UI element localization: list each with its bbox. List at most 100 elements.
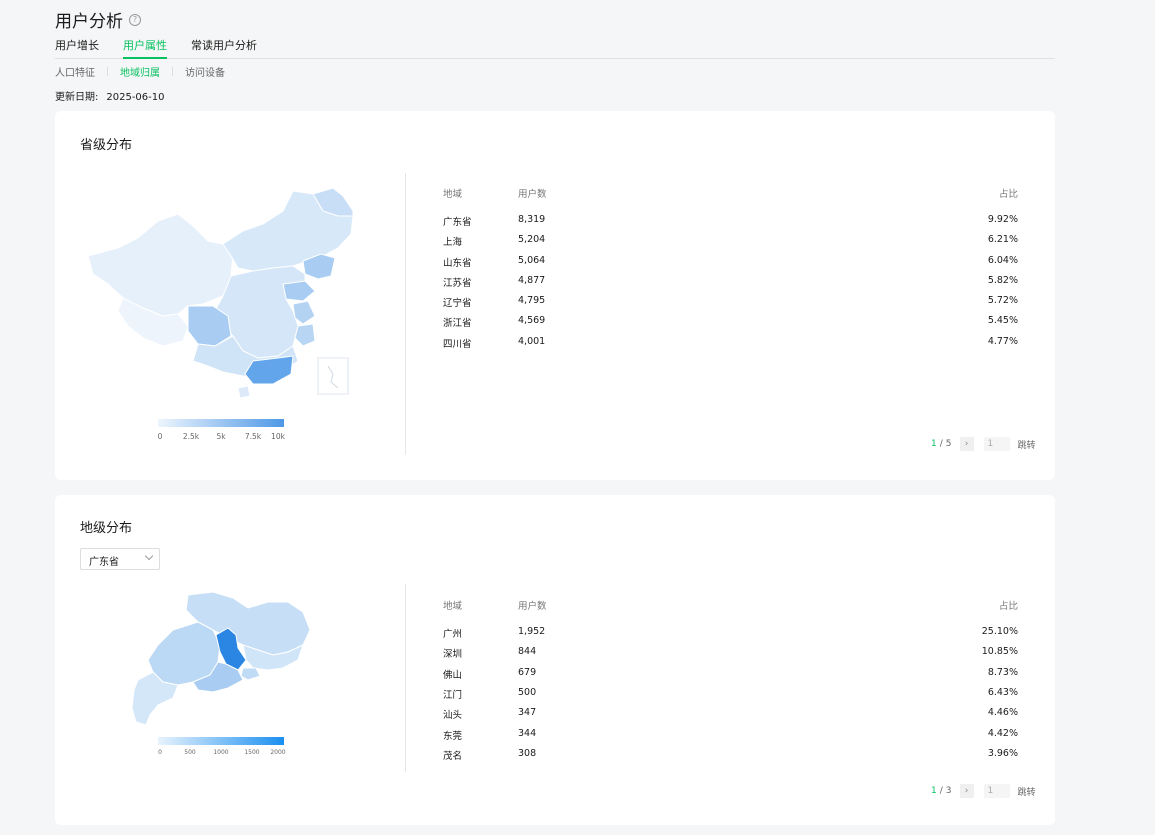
legend-tick: 10k: [271, 432, 285, 441]
update-date: 更新日期: 2025-06-10: [55, 88, 173, 103]
legend-tick: 7.5k: [244, 432, 262, 441]
chevron-down-icon: [144, 551, 154, 561]
province-card: 省级分布 0 2.5k 5k 7.5k 10k 地域 用户数 占比 广东省 8,…: [55, 111, 1055, 480]
cell-users: 4,001: [518, 336, 546, 347]
cell-users: 5,204: [518, 234, 546, 245]
jump-button[interactable]: 跳转: [1018, 438, 1036, 451]
page-title-text: 用户分析: [55, 12, 123, 32]
table-row: 上海 5,204 6.21%: [443, 234, 1018, 248]
cell-ratio: 10.85%: [981, 646, 1018, 657]
pager-total: 3: [945, 786, 952, 796]
cell-ratio: 9.92%: [987, 214, 1018, 225]
subtab-demographics[interactable]: 人口特征: [55, 64, 95, 79]
cell-ratio: 3.96%: [987, 748, 1018, 759]
province-select-value: 广东省: [89, 557, 119, 568]
cell-users: 1,952: [518, 626, 546, 637]
cell-region: 茂名: [443, 751, 463, 762]
cell-users: 5,064: [518, 255, 546, 266]
cell-ratio: 6.43%: [987, 687, 1018, 698]
cell-users: 500: [518, 687, 537, 698]
vertical-divider: [405, 173, 406, 455]
help-icon[interactable]: ?: [129, 13, 141, 26]
subtab-devices[interactable]: 访问设备: [185, 64, 225, 79]
cell-region: 江苏省: [443, 278, 472, 289]
cell-ratio: 6.21%: [987, 234, 1018, 245]
pager-total: 5: [945, 439, 952, 449]
map-city-shenzhen: [240, 667, 261, 681]
province-select[interactable]: 广东省: [80, 548, 160, 570]
cell-ratio: 5.45%: [987, 315, 1018, 326]
map-region-west: [87, 213, 234, 317]
legend-tick: 5k: [216, 432, 226, 441]
pager-current: 1: [931, 786, 937, 796]
map-region-shandong: [282, 280, 316, 302]
city-legend-labels: 0 500 1000 1500 2000: [158, 749, 286, 759]
province-pager: 1 / 5 › 1 跳转: [931, 437, 1036, 451]
table-row: 汕头 347 4.46%: [443, 707, 1018, 721]
header-ratio: 占比: [998, 601, 1018, 612]
cell-ratio: 4.46%: [987, 707, 1018, 718]
cell-region: 汕头: [443, 710, 463, 721]
subtab-region[interactable]: 地域归属: [120, 64, 160, 79]
city-pager: 1 / 3 › 1 跳转: [931, 784, 1036, 798]
next-page-button[interactable]: ›: [959, 784, 974, 798]
vertical-divider: [405, 584, 406, 772]
cell-users: 4,877: [518, 275, 546, 286]
legend-tick: 1000: [213, 749, 229, 756]
table-row: 浙江省 4,569 5.45%: [443, 315, 1018, 329]
next-page-button[interactable]: ›: [959, 437, 974, 451]
map-region-hainan: [237, 385, 251, 399]
cell-region: 广州: [443, 629, 463, 640]
cell-users: 4,795: [518, 295, 546, 306]
cell-ratio: 4.77%: [987, 336, 1018, 347]
cell-users: 308: [518, 748, 537, 759]
legend-tick: 2000: [270, 749, 286, 756]
header-users: 用户数: [518, 189, 547, 200]
divider: [172, 67, 173, 76]
tab-user-growth[interactable]: 用户增长: [55, 38, 99, 59]
cell-region: 浙江省: [443, 318, 472, 329]
guangdong-map: [131, 591, 311, 726]
cell-ratio: 5.72%: [987, 295, 1018, 306]
city-legend-bar: [158, 737, 284, 745]
province-title: 省级分布: [80, 138, 133, 153]
province-table: 地域 用户数 占比 广东省 8,319 9.92% 上海 5,204 6.21%…: [443, 186, 1018, 356]
divider: [107, 67, 108, 76]
cell-region: 东莞: [443, 731, 463, 742]
update-date-value: 2025-06-10: [106, 92, 165, 103]
pager-current: 1: [931, 439, 937, 449]
cell-region: 四川省: [443, 339, 472, 350]
jump-button[interactable]: 跳转: [1018, 785, 1036, 798]
cell-users: 344: [518, 728, 537, 739]
cell-ratio: 8.73%: [987, 667, 1018, 678]
cell-region: 辽宁省: [443, 298, 472, 309]
sub-tabs: 人口特征 地域归属 访问设备: [55, 64, 225, 79]
cell-region: 深圳: [443, 649, 463, 660]
province-legend-labels: 0 2.5k 5k 7.5k 10k: [157, 432, 285, 442]
table-row: 广州 1,952 25.10%: [443, 626, 1018, 640]
main-tabs: 用户增长 用户属性 常读用户分析: [55, 38, 1055, 59]
header-users: 用户数: [518, 601, 547, 612]
cell-region: 江门: [443, 690, 463, 701]
cell-users: 347: [518, 707, 537, 718]
cell-region: 上海: [443, 237, 463, 248]
pager-separator: /: [939, 439, 943, 449]
china-map: [87, 187, 354, 399]
city-title: 地级分布: [80, 521, 133, 536]
page-title: 用户分析 ?: [55, 7, 141, 32]
tab-frequent-readers[interactable]: 常读用户分析: [191, 38, 257, 59]
page-input[interactable]: 1: [983, 437, 1010, 451]
page-input[interactable]: 1: [983, 784, 1010, 798]
pager-separator: /: [939, 786, 943, 796]
legend-tick: 0: [157, 432, 163, 441]
cell-ratio: 5.82%: [987, 275, 1018, 286]
table-row: 江苏省 4,877 5.82%: [443, 275, 1018, 289]
city-table: 地域 用户数 占比 广州 1,952 25.10% 深圳 844 10.85% …: [443, 598, 1018, 768]
tab-user-attributes[interactable]: 用户属性: [123, 38, 167, 59]
table-row: 茂名 308 3.96%: [443, 748, 1018, 762]
table-row: 江门 500 6.43%: [443, 687, 1018, 701]
province-legend-bar: [158, 419, 284, 427]
cell-users: 679: [518, 667, 537, 678]
header-ratio: 占比: [998, 189, 1018, 200]
legend-tick: 500: [184, 749, 196, 756]
